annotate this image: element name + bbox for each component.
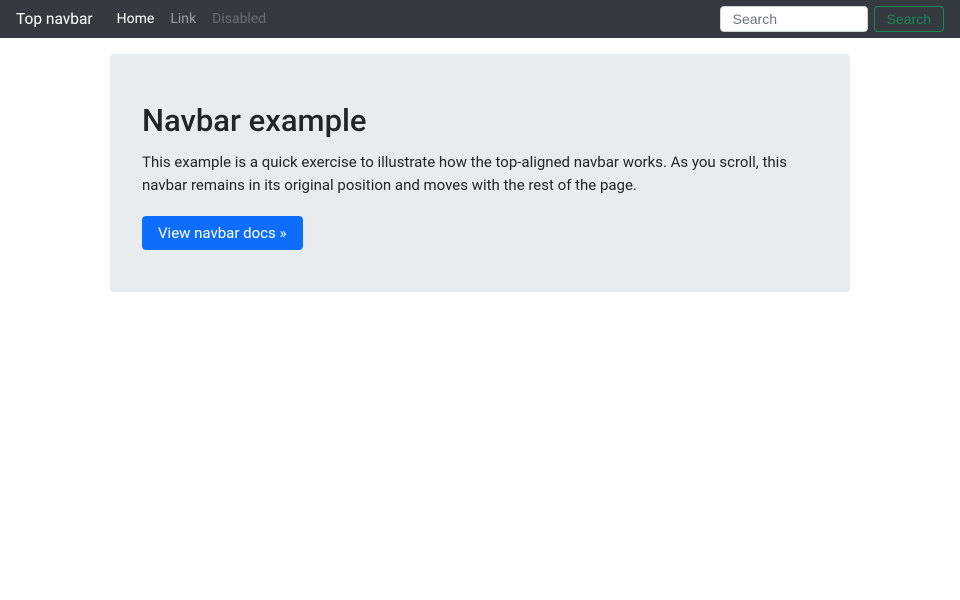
- jumbotron: Navbar example This example is a quick e…: [110, 54, 850, 292]
- top-navbar: Top navbar Home Link Disabled Search: [0, 0, 960, 38]
- page-description: This example is a quick exercise to illu…: [142, 151, 818, 196]
- search-button[interactable]: Search: [874, 6, 944, 32]
- view-docs-button[interactable]: View navbar docs »: [142, 216, 303, 250]
- navbar-left: Top navbar Home Link Disabled: [16, 7, 274, 31]
- nav-item-home[interactable]: Home: [109, 7, 163, 31]
- search-input[interactable]: [720, 6, 868, 32]
- main-content: Navbar example This example is a quick e…: [0, 54, 960, 292]
- page-title: Navbar example: [142, 102, 818, 139]
- navbar-brand[interactable]: Top navbar: [16, 10, 93, 28]
- nav-item-disabled: Disabled: [204, 7, 274, 31]
- nav-item-link[interactable]: Link: [162, 7, 204, 31]
- navbar-right: Search: [720, 6, 944, 32]
